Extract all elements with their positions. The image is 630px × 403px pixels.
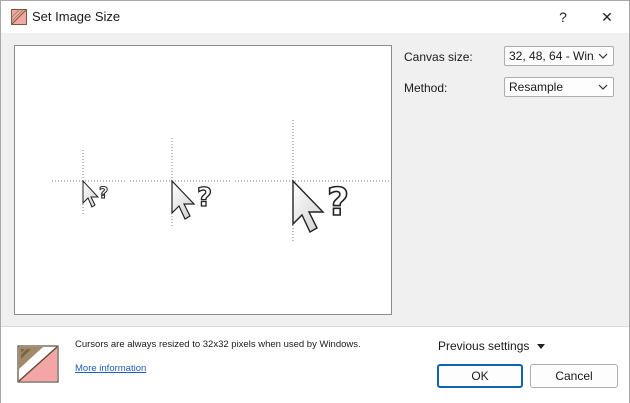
method-label: Method: — [404, 81, 448, 95]
previous-settings-dropdown[interactable]: Previous settings — [438, 339, 546, 353]
title-bar[interactable]: Set Image Size ? ✕ — [1, 1, 629, 33]
svg-text:?: ? — [327, 180, 349, 224]
help-button[interactable]: ? — [541, 1, 585, 33]
help-cursor-48: ? — [171, 179, 213, 220]
ok-button[interactable]: OK — [437, 364, 523, 388]
svg-text:?: ? — [197, 183, 212, 213]
previous-settings-label: Previous settings — [438, 339, 530, 353]
info-text: Cursors are always resized to 32x32 pixe… — [75, 339, 361, 350]
help-cursor-64: ? — [292, 179, 350, 233]
chevron-down-icon — [598, 84, 608, 90]
method-select[interactable]: Resample — [504, 77, 614, 97]
preview-area: ? ? ? — [14, 45, 392, 315]
svg-text:?: ? — [99, 183, 108, 202]
footer: Cursors are always resized to 32x32 pixe… — [1, 326, 629, 403]
cancel-button[interactable]: Cancel — [530, 364, 618, 388]
preview-canvas: ? ? ? — [52, 120, 391, 241]
canvas-size-value: 32, 48, 64 - Win10 — [509, 49, 595, 63]
window-title: Set Image Size — [32, 9, 121, 24]
set-image-size-dialog: Set Image Size ? ✕ ? ? ? Canvas size: 32… — [0, 0, 630, 403]
help-cursor-32: ? — [82, 179, 109, 208]
canvas-size-label: Canvas size: — [404, 50, 473, 64]
image-size-icon — [17, 345, 59, 383]
more-information-link[interactable]: More information — [75, 363, 146, 374]
canvas-size-select[interactable]: 32, 48, 64 - Win10 — [504, 46, 614, 66]
caret-down-icon — [537, 344, 546, 350]
chevron-down-icon — [598, 53, 608, 59]
method-value: Resample — [509, 80, 564, 94]
close-button[interactable]: ✕ — [585, 1, 629, 33]
app-icon — [11, 9, 27, 25]
